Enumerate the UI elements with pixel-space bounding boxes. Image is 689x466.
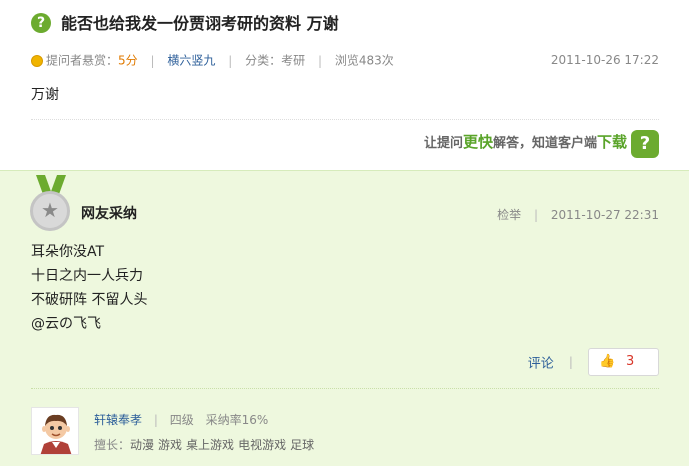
coin-icon xyxy=(31,54,43,67)
skill-tag[interactable]: 游戏 xyxy=(158,438,182,452)
like-count: 3 xyxy=(626,354,635,369)
avatar-image xyxy=(32,408,78,454)
answer-line: 十日之内一人兵力 xyxy=(31,268,143,284)
answer-line: 耳朵你没AT xyxy=(31,244,105,260)
adopted-answer-panel: ★ 网友采纳 检举 | 2011-10-27 22:31 耳朵你没AT 十日之内… xyxy=(0,170,689,466)
client-download-promo[interactable]: 让提问更快解答，知道客户端下载? xyxy=(423,127,659,158)
thumbs-up-icon: 👍 xyxy=(599,354,616,369)
question-app-icon[interactable]: ? xyxy=(631,129,659,158)
divider xyxy=(31,119,659,120)
separator: | xyxy=(228,53,233,68)
report-link[interactable]: 检举 xyxy=(497,208,521,222)
separator: | xyxy=(153,413,158,427)
question-time: 2011-10-26 17:22 xyxy=(550,53,659,67)
promo-fast: 更快 xyxy=(462,133,493,151)
answerer-info: 轩辕奉孝 | 四级 采纳率16% xyxy=(94,411,268,428)
answer-body: 耳朵你没AT 十日之内一人兵力 不破研阵 不留人头 @云の飞飞 xyxy=(31,240,147,336)
asker-link[interactable]: 横六竖九 xyxy=(167,54,215,68)
separator: | xyxy=(150,53,155,68)
adoption-rate: 采纳率16% xyxy=(205,413,269,427)
reward-value: 5分 xyxy=(118,53,138,68)
skill-tag[interactable]: 桌上游戏 xyxy=(186,438,234,452)
promo-middle: 解答，知道客户端 xyxy=(492,136,597,151)
answerer-name[interactable]: 轩辕奉孝 xyxy=(94,413,142,427)
promo-prefix: 让提问 xyxy=(423,136,463,151)
skills-label: 擅长： xyxy=(94,438,131,452)
divider xyxy=(31,388,659,389)
question-title: 能否也给我发一份贾诩考研的资料 万谢 xyxy=(61,14,339,33)
answer-meta: 检举 | 2011-10-27 22:31 xyxy=(497,206,659,223)
skill-tag[interactable]: 电视游戏 xyxy=(238,438,286,452)
category-value[interactable]: 考研 xyxy=(281,54,305,68)
separator: | xyxy=(317,53,322,68)
promo-download[interactable]: 下载 xyxy=(597,133,627,151)
answer-line: @云の飞飞 xyxy=(31,316,101,332)
answer-actions: 评论 | 👍 3 xyxy=(528,348,659,376)
medal-icon: ★ xyxy=(30,175,72,231)
separator: | xyxy=(568,355,573,369)
answer-time: 2011-10-27 22:31 xyxy=(550,208,659,222)
skill-tag[interactable]: 动漫 xyxy=(130,438,154,452)
question-meta: 提问者悬赏：5分 | 横六竖九 | 分类：考研 | 浏览483次 2011-10… xyxy=(31,52,659,69)
category-label: 分类： xyxy=(245,53,282,68)
question-body: 万谢 xyxy=(31,87,59,103)
answerer-skills: 擅长：动漫 游戏 桌上游戏 电视游戏 足球 xyxy=(94,436,318,453)
question-panel: ? 能否也给我发一份贾诩考研的资料 万谢 提问者悬赏：5分 | 横六竖九 | 分… xyxy=(0,0,689,168)
answerer-level: 四级 xyxy=(169,413,194,427)
reward-label: 提问者悬赏： xyxy=(46,53,119,68)
adopted-label: 网友采纳 xyxy=(81,206,137,222)
like-button[interactable]: 👍 3 xyxy=(588,348,659,376)
answer-line: 不破研阵 不留人头 xyxy=(31,292,148,308)
question-icon: ? xyxy=(31,13,51,33)
avatar[interactable] xyxy=(31,407,79,455)
skill-tag[interactable]: 足球 xyxy=(290,438,314,452)
comment-link[interactable]: 评论 xyxy=(528,357,554,372)
star-icon: ★ xyxy=(30,191,70,231)
separator: | xyxy=(533,208,539,222)
view-count: 浏览483次 xyxy=(334,53,394,68)
